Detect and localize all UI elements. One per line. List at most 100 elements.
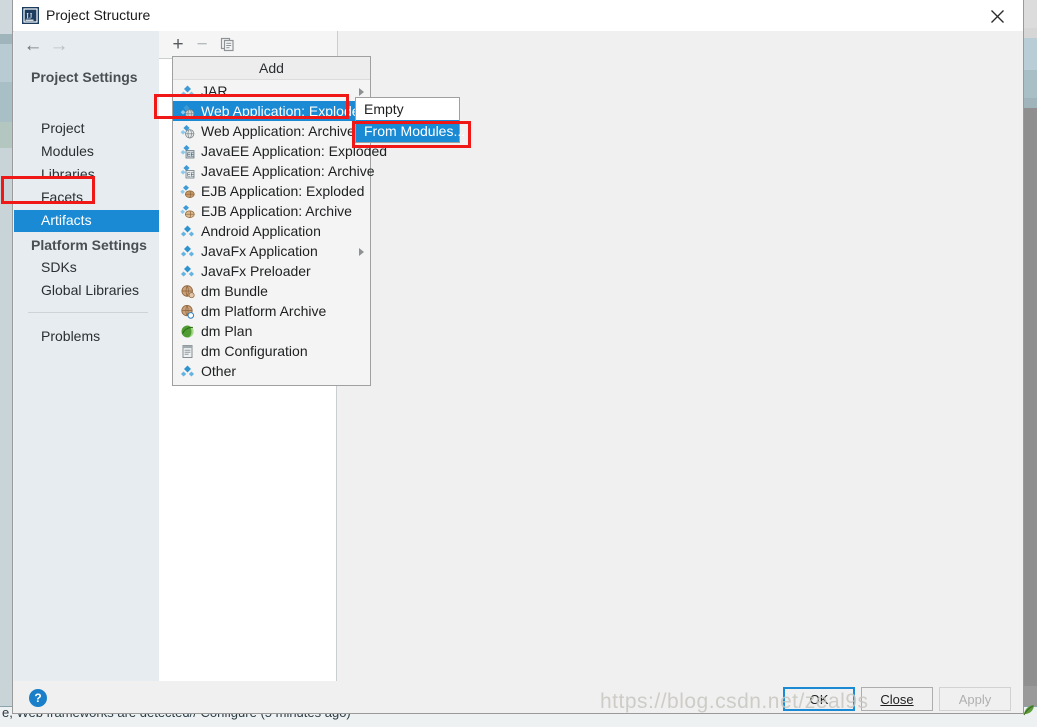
close-button[interactable]: Close [861,687,933,711]
ide-status-leaf-icon [1022,703,1036,717]
dialog-titlebar: IJ Project Structure [13,0,1023,32]
artifacts-content-panel: + − Add JAR Web Application: Exploded We… [159,31,1023,681]
sidebar-group-platform-settings: Platform Settings [31,237,147,253]
submenu-item-label: From Modules... [364,123,466,139]
sidebar-item-libraries[interactable]: Libraries [14,164,159,186]
sidebar-nav: ← → [14,31,159,61]
sidebar-item-label: Artifacts [41,212,92,228]
menu-item-dm-plan[interactable]: dm Plan [173,321,370,341]
web-archive-icon [180,124,195,139]
bg-left-strip [0,82,12,122]
ejb-archive-icon [180,204,195,219]
bg-right-strip [1024,38,1037,70]
submenu-item-from-modules[interactable]: From Modules... [356,120,465,142]
menu-item-javafx-application[interactable]: JavaFx Application [173,241,370,261]
sidebar-item-label: Problems [41,328,101,344]
bg-left-strip [0,122,12,148]
menu-item-jar[interactable]: JAR [173,81,370,101]
menu-item-label: EJB Application: Archive [201,203,352,219]
menu-item-label: Web Application: Archive [201,123,355,139]
menu-item-android-application[interactable]: Android Application [173,221,370,241]
menu-item-label: dm Platform Archive [201,303,327,319]
sidebar-item-modules[interactable]: Modules [14,141,159,163]
menu-item-javaee-application-archive[interactable]: EE JavaEE Application: Archive [173,161,375,181]
add-artifact-menu: Add JAR Web Application: Exploded Web Ap… [172,56,387,386]
sidebar-item-sdks[interactable]: SDKs [14,257,159,279]
menu-item-label: JavaEE Application: Exploded [201,143,388,159]
menu-item-dm-configuration[interactable]: dm Configuration [173,341,370,361]
submenu-item-empty[interactable]: Empty [356,98,459,120]
sidebar-divider [28,312,148,313]
minus-icon[interactable]: − [191,34,213,55]
menu-item-label: JAR [201,83,228,99]
menu-item-other[interactable]: Other [173,361,370,381]
project-structure-dialog: IJ Project Structure ← → Project Setting… [12,0,1024,714]
menu-item-ejb-application-exploded[interactable]: EJB Application: Exploded [173,181,370,201]
bg-left-strip [0,34,12,44]
bg-left-strip [0,0,12,34]
javafx-preloader-icon [180,264,195,279]
sidebar-item-artifacts[interactable]: Artifacts [14,210,159,232]
menu-item-label: Android Application [201,223,321,239]
menu-item-web-application-archive[interactable]: Web Application: Archive [173,121,370,141]
artifacts-toolbar: + − [159,31,338,58]
close-button-label: Close [880,691,914,707]
menu-item-label: Web Application: Exploded [201,103,368,119]
web-exploded-submenu: Empty From Modules... [355,97,465,143]
jar-icon [180,84,195,99]
javaee-exploded-icon: EE [180,144,195,159]
menu-item-label: dm Plan [201,323,253,339]
dialog-title: Project Structure [46,7,151,23]
sidebar-item-label: Libraries [41,166,95,182]
arrow-right-icon[interactable]: → [48,36,70,55]
close-icon[interactable] [977,2,1017,30]
sidebar-item-project[interactable]: Project [14,118,159,140]
sidebar-item-label: Global Libraries [41,282,140,298]
menu-item-label: JavaFx Preloader [201,263,311,279]
screen-root: e, Web frameworks are detected// Configu… [0,0,1037,727]
dm-plan-icon [180,324,195,339]
dm-bundle-icon [180,284,195,299]
sidebar-item-facets[interactable]: Facets [14,187,159,209]
help-icon[interactable]: ? [29,689,47,707]
menu-item-label: dm Configuration [201,343,308,359]
bg-right-strip [1024,108,1037,686]
apply-button: Apply [939,687,1011,711]
arrow-left-icon[interactable]: ← [22,36,44,55]
add-menu-title: Add [173,57,370,80]
menu-item-ejb-application-archive[interactable]: EJB Application: Archive [173,201,370,221]
sidebar-item-label: SDKs [41,259,77,275]
menu-item-label: EJB Application: Exploded [201,183,365,199]
add-menu-list: JAR Web Application: Exploded Web Applic… [173,80,387,385]
javafx-app-icon [180,244,195,259]
bg-right-strip [1024,98,1037,108]
sidebar-item-label: Facets [41,189,84,205]
menu-item-label: JavaFx Application [201,243,318,259]
svg-text:EE: EE [187,152,195,158]
menu-item-label: dm Bundle [201,283,268,299]
menu-item-dm-bundle[interactable]: dm Bundle [173,281,370,301]
apply-button-label: Apply [958,691,992,707]
copy-icon[interactable] [216,34,238,55]
sidebar-item-problems[interactable]: Problems [14,326,159,348]
plus-icon[interactable]: + [167,34,189,55]
menu-item-label: JavaEE Application: Archive [201,163,375,179]
chevron-right-icon [359,88,364,96]
menu-item-javafx-preloader[interactable]: JavaFx Preloader [173,261,370,281]
menu-item-javaee-application-exploded[interactable]: EE JavaEE Application: Exploded [173,141,387,161]
javaee-archive-icon: EE [180,164,195,179]
menu-item-web-application-exploded[interactable]: Web Application: Exploded [173,101,370,121]
bg-left-strip [0,148,12,706]
dm-platform-archive-icon [180,304,195,319]
bg-right-strip [1024,0,1037,28]
bg-right-strip [1024,28,1037,38]
menu-item-label: Other [201,363,237,379]
bg-left-strip [0,44,12,82]
sidebar-item-global-libraries[interactable]: Global Libraries [14,280,159,302]
menu-item-dm-platform-archive[interactable]: dm Platform Archive [173,301,370,321]
bg-right-strip [1024,70,1037,98]
svg-text:EE: EE [187,172,195,178]
watermark-text: https://blog.csdn.net/zeal9s [600,690,869,713]
chevron-right-icon [359,248,364,256]
ejb-exploded-icon [180,184,195,199]
